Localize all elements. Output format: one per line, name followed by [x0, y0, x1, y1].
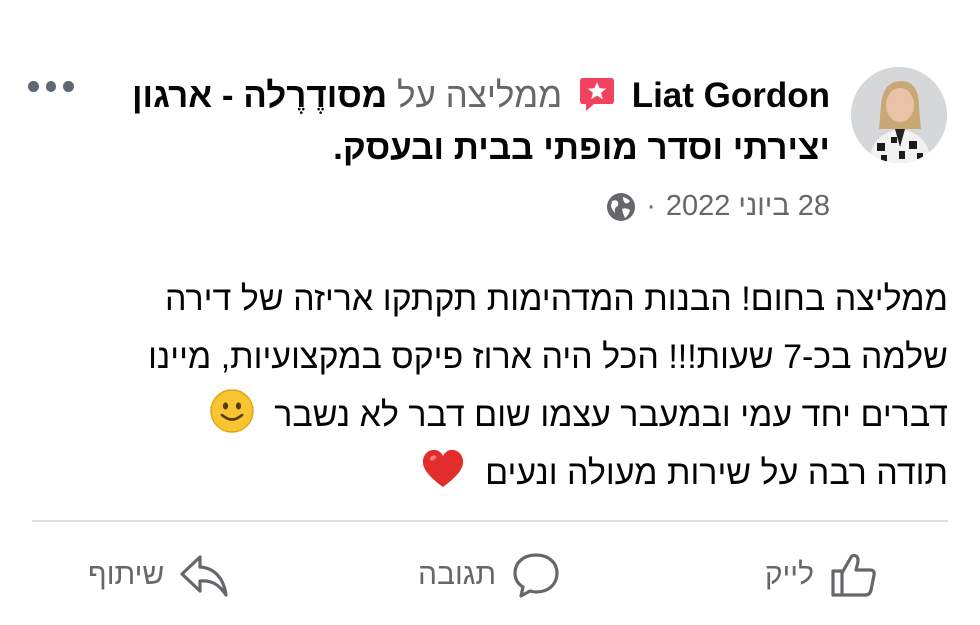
- comment-label: תגובה: [418, 558, 497, 591]
- like-button[interactable]: לייק: [765, 545, 880, 605]
- body-line-4: תודה רבה על שירות מעולה ונעים: [485, 454, 948, 492]
- recommends-text: ממליצה על: [396, 76, 563, 115]
- meta-separator: ·: [646, 190, 656, 222]
- avatar-photo: [851, 67, 947, 163]
- recommendation-star-icon: [579, 78, 614, 111]
- recommendation-post: Liat Gordon ממליצה על מסודֶרֶלה - ארגון …: [0, 0, 980, 625]
- body-line-1: ממליצה בחום! הבנות המדהימות תקתקו אריזה …: [164, 280, 948, 318]
- share-label: שיתוף: [88, 558, 165, 591]
- post-date[interactable]: 28 ביוני 2022: [666, 190, 830, 223]
- divider: [32, 520, 948, 522]
- dot: [28, 80, 39, 92]
- page-suffix: .: [333, 128, 343, 167]
- avatar[interactable]: [851, 67, 947, 163]
- smiling-face-emoji: [210, 389, 254, 433]
- post-meta: 28 ביוני 2022 ·: [606, 190, 830, 223]
- like-label: לייק: [764, 558, 814, 591]
- body-line-2: שלמה בכ-7 שעות!!! הכל היה ארוז פיקס במקצ…: [148, 338, 948, 376]
- comment-button[interactable]: תגובה: [418, 545, 562, 605]
- author-name[interactable]: Liat Gordon: [632, 76, 830, 115]
- dot: [45, 80, 57, 92]
- share-button[interactable]: שיתוף: [88, 545, 230, 605]
- red-heart-emoji: [422, 449, 463, 487]
- body-line-4-row: תודה רבה על שירות מעולה ונעים: [18, 444, 948, 502]
- more-options-icon[interactable]: [28, 78, 75, 94]
- post-body: ממליצה בחום! הבנות המדהימות תקתקו אריזה …: [18, 270, 948, 502]
- body-line-3-row: דברים יחד עמי ובמעבר עצמו שום דבר לא נשב…: [18, 386, 948, 444]
- speech-bubble-icon: [513, 553, 559, 598]
- thumbs-up-icon: [831, 553, 876, 597]
- post-header: Liat Gordon ממליצה על מסודֶרֶלה - ארגון …: [130, 70, 830, 174]
- body-line-3: דברים יחד עמי ובמעבר עצמו שום דבר לא נשב…: [274, 396, 948, 434]
- dot: [63, 80, 75, 92]
- globe-icon[interactable]: [606, 192, 636, 222]
- share-arrow-icon: [180, 555, 228, 597]
- action-bar: לייק תגובה שיתוף: [0, 545, 980, 605]
